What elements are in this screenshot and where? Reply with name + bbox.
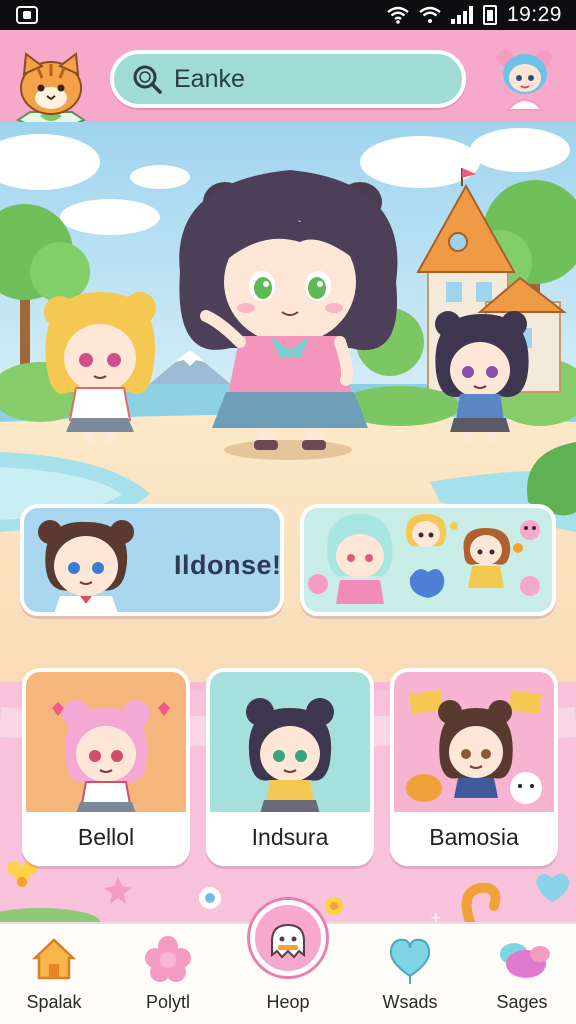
- search-icon: [133, 65, 162, 94]
- nav-item-wsads[interactable]: Wsads: [360, 924, 460, 1024]
- status-right: 19:29: [387, 3, 562, 27]
- hero-scene: + + Ildonse!: [0, 122, 576, 922]
- nav-label: Spalak: [26, 992, 82, 1012]
- nav-item-spalak[interactable]: Spalak: [4, 924, 104, 1024]
- pink-hair-character-art: [32, 678, 180, 818]
- tile-label: Bellol: [26, 812, 186, 862]
- app-header: Eanke: [0, 30, 576, 136]
- notification-app-icon: [16, 6, 38, 24]
- svg-text:+: +: [430, 910, 442, 922]
- status-time: 19:29: [506, 3, 562, 26]
- wifi-icon-2: [419, 6, 441, 23]
- nav-label: Polytl: [145, 992, 190, 1012]
- nav-label: Heop: [266, 992, 310, 1012]
- flower-icon: [145, 936, 191, 982]
- house-icon: [31, 938, 77, 980]
- greeting-card[interactable]: Ildonse!: [20, 504, 284, 616]
- friends-card[interactable]: [300, 504, 556, 616]
- brown-hair-character-avatar: [38, 520, 134, 612]
- ghost-chat-icon: [271, 923, 305, 959]
- tile-bellol[interactable]: Bellol: [22, 668, 190, 866]
- profile-avatar[interactable]: [496, 46, 554, 112]
- wifi-icon: [387, 6, 409, 24]
- nav-label: Sages: [496, 992, 548, 1012]
- status-bar: 19:29: [0, 0, 576, 30]
- tile-label: Indsura: [210, 812, 370, 862]
- search-bar[interactable]: Eanke: [110, 50, 466, 108]
- search-input[interactable]: Eanke: [174, 65, 245, 94]
- battery-icon: [482, 5, 497, 25]
- status-left: [16, 6, 38, 24]
- signal-icon: [450, 6, 473, 24]
- tile-bamosia[interactable]: Bamosia: [390, 668, 558, 866]
- friends-group-illustration: [308, 514, 540, 604]
- nav-item-polytl[interactable]: Polytl: [118, 924, 218, 1024]
- nav-label: Wsads: [382, 992, 438, 1012]
- candy-icon: [500, 943, 550, 978]
- friends-with-signs-art: [400, 678, 548, 818]
- tile-indsura[interactable]: Indsura: [206, 668, 374, 866]
- greeting-text: Ildonse!: [174, 550, 282, 580]
- bottom-navigation: Spalak Polytl Heop Wsads Sages: [0, 900, 576, 1024]
- dark-hair-bun-character-art: [216, 678, 364, 818]
- tile-label: Bamosia: [394, 812, 554, 862]
- ghost-chat-button[interactable]: [250, 900, 326, 976]
- nav-item-heop[interactable]: Heop: [238, 900, 338, 1024]
- heart-balloon-icon: [389, 938, 431, 984]
- nav-item-sages[interactable]: Sages: [472, 924, 572, 1024]
